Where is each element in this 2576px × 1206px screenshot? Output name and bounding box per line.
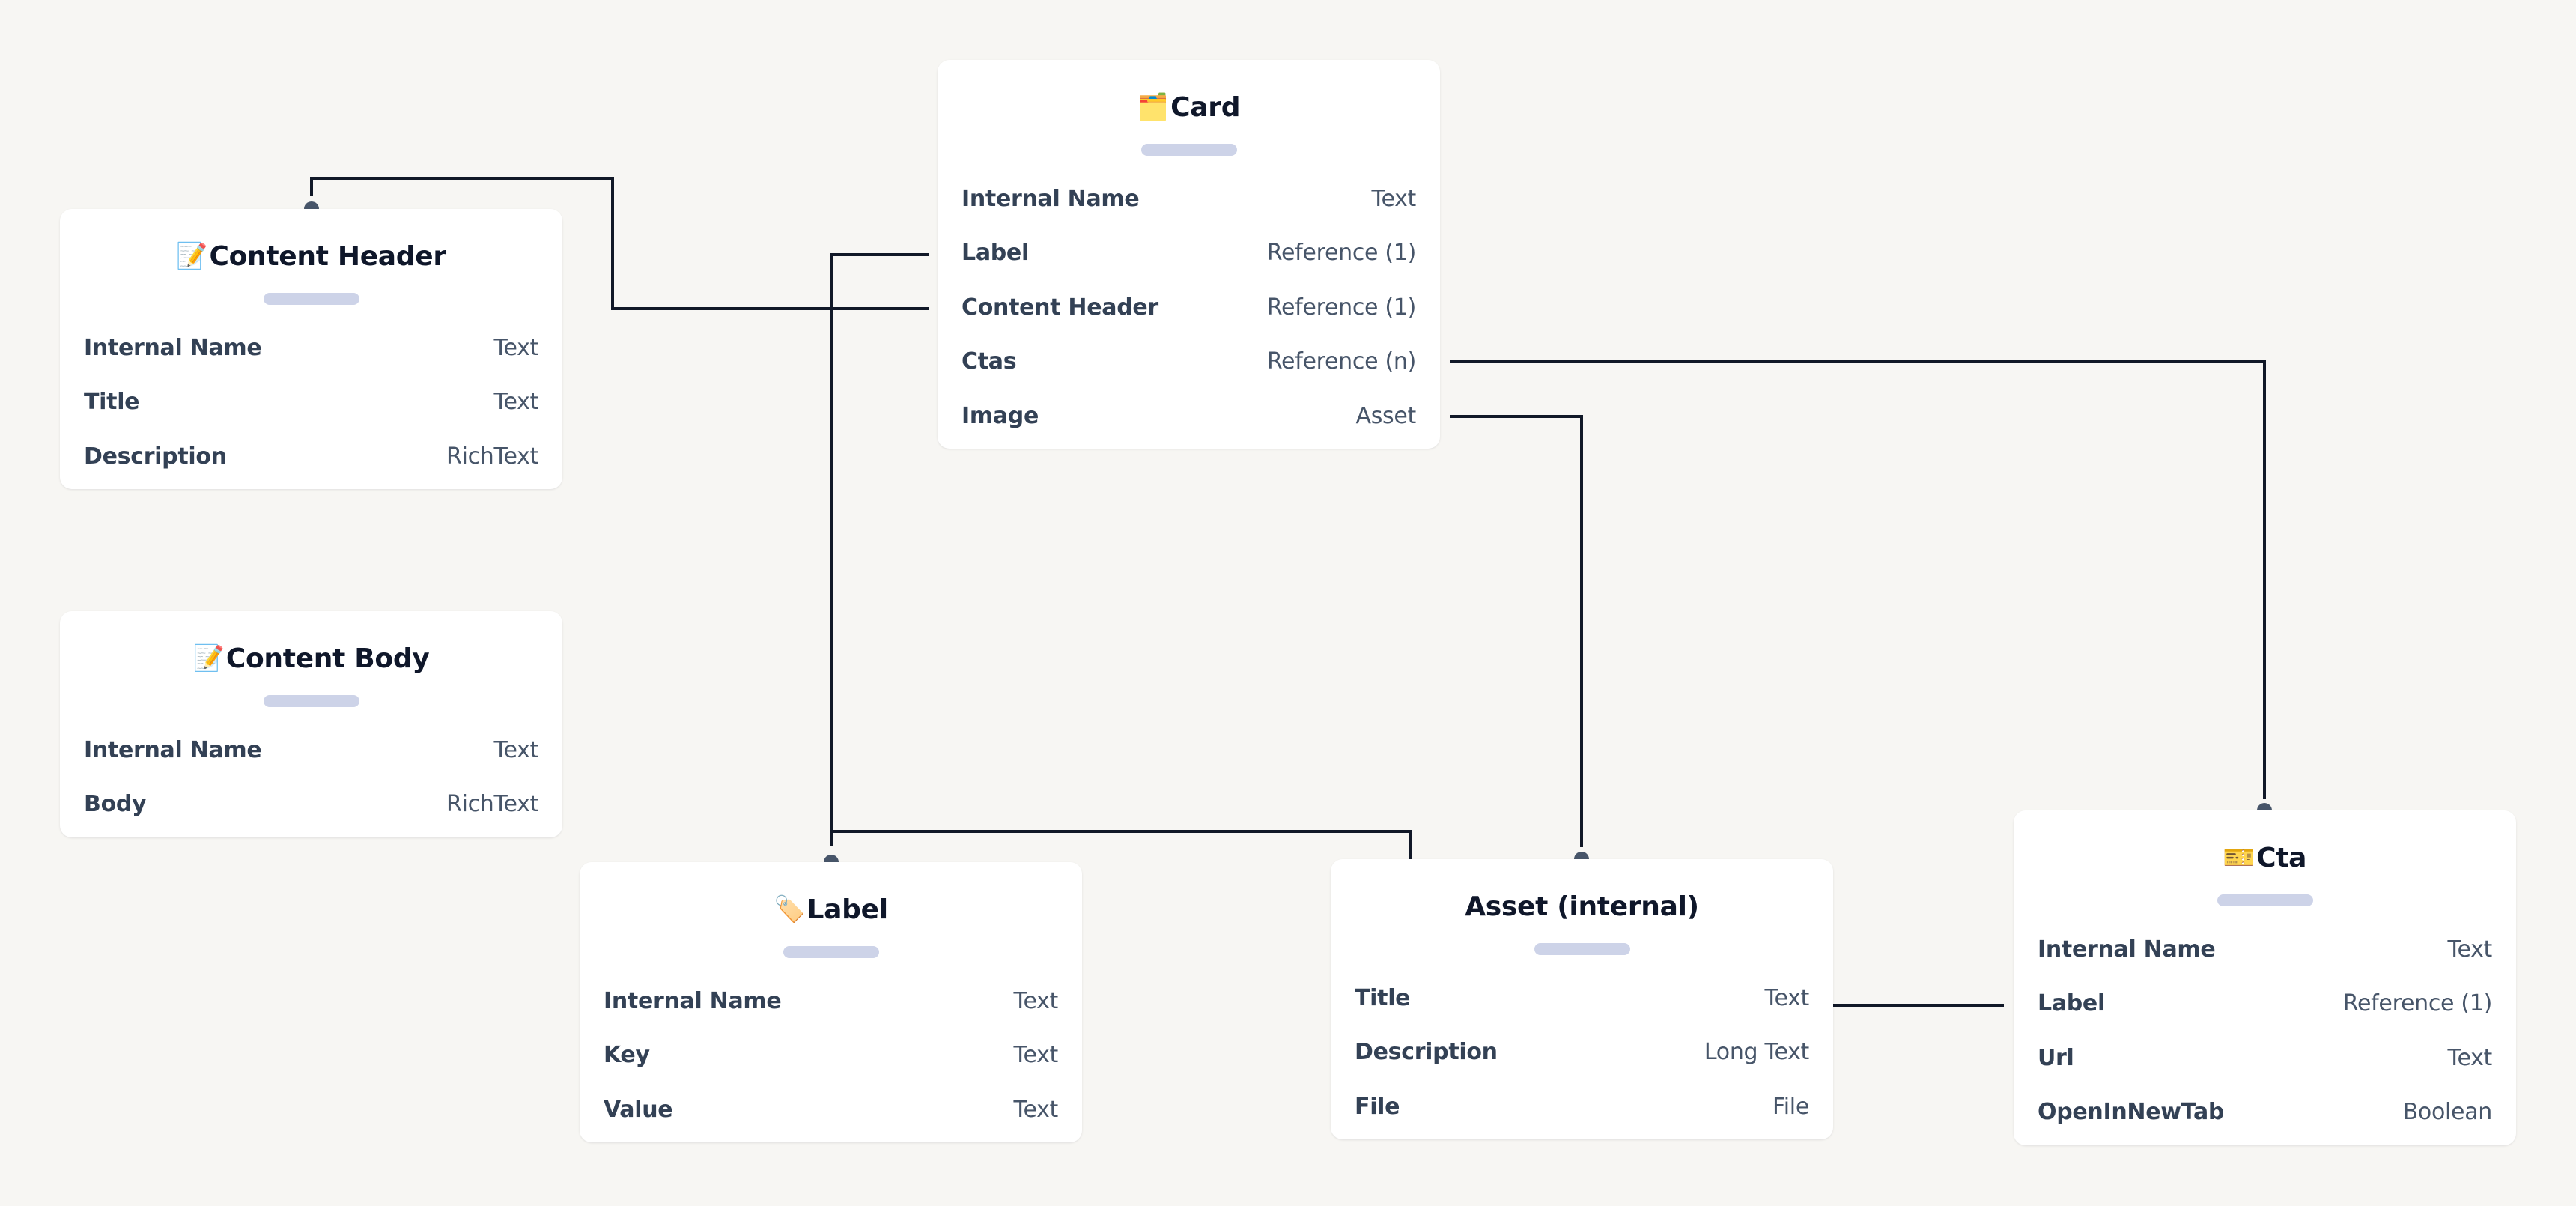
entity-header: 🎫 Cta	[2014, 840, 2516, 875]
memo-icon: 📝	[192, 643, 225, 673]
field-row[interactable]: Internal Name Text	[84, 733, 538, 766]
field-name: OpenInNewTab	[2038, 1099, 2225, 1125]
entity-header: Asset (internal)	[1331, 889, 1833, 924]
field-name: Internal Name	[604, 987, 782, 1014]
entity-asset[interactable]: Asset (internal) Title Text Description Long…	[1331, 859, 1833, 1139]
field-type: Text	[2447, 936, 2493, 963]
field-name: Body	[84, 791, 147, 817]
field-type: RichText	[446, 791, 538, 817]
field-name: Internal Name	[84, 334, 262, 361]
field-type: Reference (1)	[2342, 990, 2493, 1016]
field-row[interactable]: Key Text	[604, 1039, 1058, 1072]
field-type: Reference (n)	[1266, 348, 1416, 375]
field-row[interactable]: OpenInNewTab Boolean	[2038, 1096, 2492, 1129]
connector-card-label[interactable]	[830, 253, 929, 846]
entity-header: 📝 Content Body	[60, 641, 562, 676]
field-row[interactable]: Ctas Reference (n)	[962, 345, 1416, 378]
field-row[interactable]: Internal Name Text	[962, 182, 1416, 215]
field-row[interactable]: Value Text	[604, 1093, 1058, 1126]
field-type: Text	[2447, 1044, 2493, 1071]
entity-card[interactable]: 🗂️ Card Internal Name Text Label Reference (1…	[938, 60, 1440, 449]
label-tag-icon: 🏷️	[774, 894, 806, 924]
field-row[interactable]: Title Text	[84, 386, 538, 419]
field-type: Text	[493, 334, 539, 361]
field-row[interactable]: Label Reference (1)	[962, 237, 1416, 270]
field-name: Title	[1355, 984, 1411, 1011]
field-type: Asset	[1355, 402, 1416, 429]
field-type: Text	[493, 736, 539, 763]
entity-title: Card	[1170, 91, 1241, 123]
field-name: File	[1355, 1093, 1400, 1120]
field-row[interactable]: Image Asset	[962, 399, 1416, 432]
entity-drag-handle[interactable]	[263, 293, 359, 305]
field-row[interactable]: File File	[1355, 1090, 1809, 1123]
field-row[interactable]: Internal Name Text	[604, 984, 1058, 1017]
field-name: Title	[84, 389, 140, 415]
field-type: Text	[1013, 1042, 1059, 1068]
field-name: Description	[84, 443, 227, 470]
entity-cta[interactable]: 🎫 Cta Internal Name Text Label Reference (1) U…	[2014, 810, 2516, 1145]
field-name: Image	[962, 402, 1039, 429]
card-index-dividers-icon: 🗂️	[1137, 92, 1170, 122]
field-type: Text	[1371, 185, 1417, 212]
field-type: Reference (1)	[1266, 240, 1417, 266]
field-type: Long Text	[1704, 1039, 1809, 1065]
field-row[interactable]: Internal Name Text	[2038, 933, 2492, 966]
connector-label-branch-asset[interactable]	[831, 830, 1412, 859]
connector-card-image-asset[interactable]	[1450, 415, 1583, 847]
field-row[interactable]: Description Long Text	[1355, 1036, 1809, 1069]
memo-icon: 📝	[176, 241, 208, 271]
field-type: Boolean	[2402, 1099, 2493, 1125]
entity-drag-handle[interactable]	[1534, 943, 1630, 955]
field-row[interactable]: Body RichText	[84, 788, 538, 821]
field-type: Text	[493, 389, 539, 415]
field-type: Text	[1764, 984, 1810, 1011]
connector-card-ctas-cta[interactable]	[1450, 360, 2266, 799]
field-name: Value	[604, 1096, 673, 1123]
entity-label[interactable]: 🏷️ Label Internal Name Text Key Text Value Text	[580, 862, 1082, 1142]
field-name: Key	[604, 1042, 650, 1068]
field-name: Internal Name	[962, 185, 1140, 212]
field-name: Description	[1355, 1039, 1498, 1065]
field-row[interactable]: Title Text	[1355, 981, 1809, 1014]
entity-title: Content Header	[209, 240, 446, 272]
ticket-icon: 🎫	[2223, 843, 2255, 873]
field-row[interactable]: Internal Name Text	[84, 331, 538, 364]
entity-title: Cta	[2256, 842, 2307, 873]
field-type: Reference (1)	[1266, 294, 1417, 321]
entity-header: 📝 Content Header	[60, 239, 562, 273]
field-name: Internal Name	[84, 736, 262, 763]
field-name: Label	[2038, 990, 2105, 1016]
entity-title: Content Body	[225, 643, 430, 674]
entity-drag-handle[interactable]	[2217, 894, 2313, 906]
field-name: Url	[2038, 1044, 2074, 1071]
entity-content-header[interactable]: 📝 Content Header Internal Name Text Title Tex…	[60, 209, 562, 489]
entity-title: Asset (internal)	[1465, 891, 1699, 922]
field-name: Internal Name	[2038, 936, 2216, 963]
entity-content-body[interactable]: 📝 Content Body Internal Name Text Body RichTe…	[60, 611, 562, 837]
field-type: RichText	[446, 443, 538, 470]
entity-drag-handle[interactable]	[263, 695, 359, 707]
field-row[interactable]: Url Text	[2038, 1041, 2492, 1074]
field-name: Ctas	[962, 348, 1017, 375]
field-row[interactable]: Content Header Reference (1)	[962, 291, 1416, 324]
field-name: Label	[962, 240, 1029, 266]
entity-title: Label	[806, 894, 889, 925]
entity-header: 🗂️ Card	[938, 90, 1440, 124]
entity-drag-handle[interactable]	[1140, 144, 1237, 156]
field-row[interactable]: Description RichText	[84, 440, 538, 473]
field-type: Text	[1013, 1096, 1059, 1123]
entity-drag-handle[interactable]	[783, 946, 879, 958]
entity-header: 🏷️ Label	[580, 892, 1082, 927]
field-row[interactable]: Label Reference (1)	[2038, 987, 2492, 1020]
field-type: File	[1772, 1093, 1809, 1120]
field-name: Content Header	[962, 294, 1158, 321]
field-type: Text	[1013, 987, 1059, 1014]
